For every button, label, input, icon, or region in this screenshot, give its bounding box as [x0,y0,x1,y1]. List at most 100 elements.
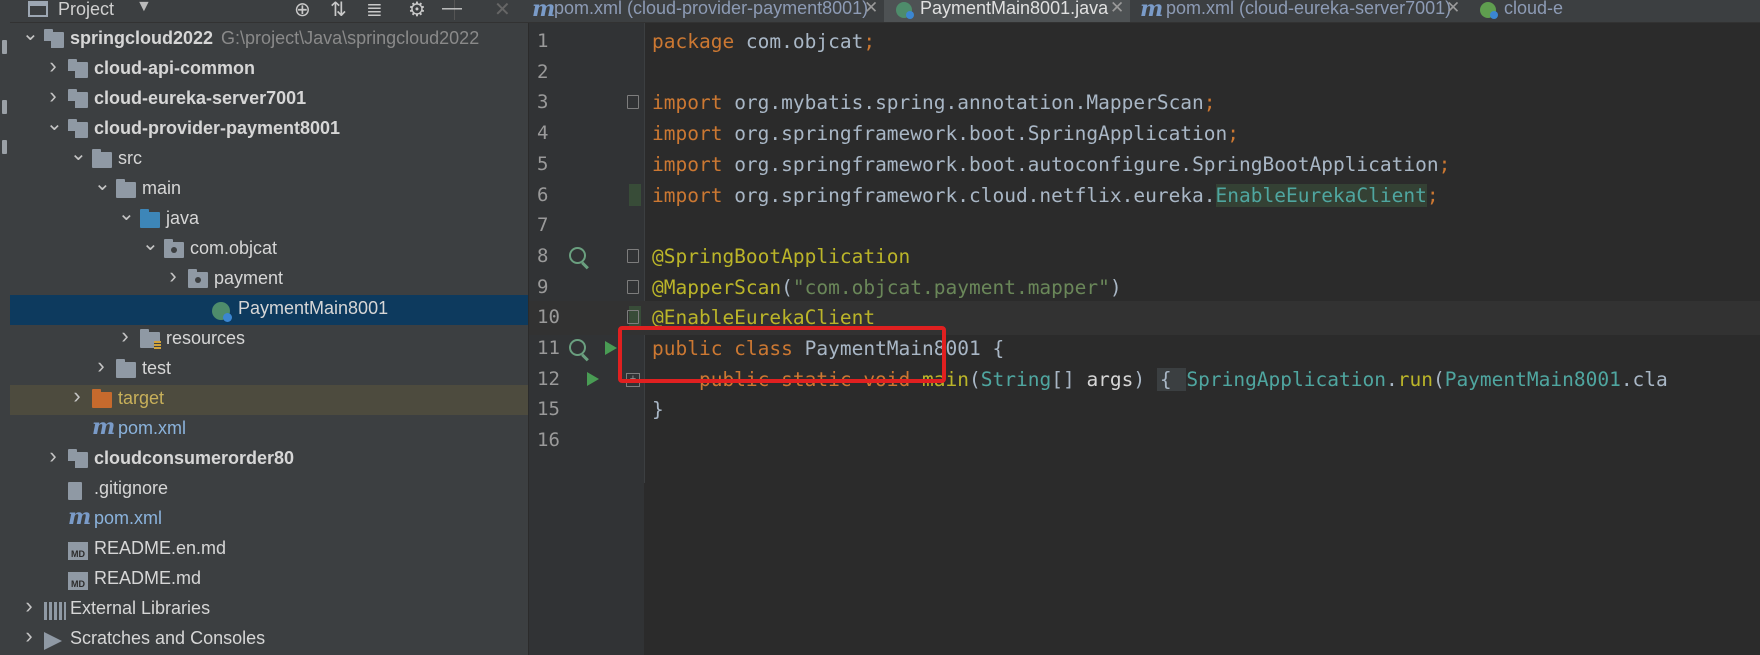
tree-row[interactable]: ⌄ com.objcat [10,233,528,265]
tree-item-label: PaymentMain8001 [238,298,389,318]
tree-row[interactable]: › cloud-api-common [10,53,528,85]
tree-row[interactable]: ⌄ src [10,143,528,175]
tree-row[interactable]: m pom.xml [10,414,528,445]
close-icon[interactable]: ✕ [494,0,511,22]
tree-row[interactable]: › payment [10,263,528,295]
tree-item-label: README.md [94,568,202,588]
run-icon[interactable] [605,341,617,355]
chevron-down-icon[interactable]: ⌄ [70,141,87,166]
spring-bean-icon[interactable] [569,339,586,356]
chevron-down-icon[interactable]: ⌄ [22,23,39,46]
code-line[interactable]: 5 import org.springframework.boot.autocon… [529,148,1760,182]
chevron-right-icon[interactable]: › [166,263,180,289]
tree-item-label: cloud-api-common [94,58,255,78]
tree-row[interactable]: .gitignore [10,475,528,505]
tree-row[interactable]: MD README.en.md [10,535,528,565]
tree-row[interactable]: › cloud-eureka-server7001 [10,83,528,115]
tree-row[interactable]: › target [10,383,528,415]
line-number: 11 [537,337,560,359]
code-line[interactable]: 4 import org.springframework.boot.SpringA… [529,117,1760,151]
code-token: MapperScan [1086,91,1204,115]
tree-item-label: test [142,358,172,378]
fold-icon[interactable] [627,95,639,110]
code-token: "com.objcat.payment.mapper" [792,275,1110,299]
run-icon[interactable] [587,371,599,386]
code-line[interactable]: 15} [529,393,1760,427]
tab-close-icon[interactable]: ✕ [864,0,878,18]
spring-bean-icon[interactable] [569,246,586,264]
tree-row[interactable]: › cloudconsumerorder80 [10,443,528,475]
crosshair-icon[interactable]: ⊕ [294,0,311,22]
package-icon [188,269,208,288]
tree-item-label: Scratches and Consoles [70,628,266,648]
tab-paymentmain8001[interactable]: PaymentMain8001.java ✕ [884,0,1130,22]
tree-row[interactable]: m pom.xml [10,504,528,535]
code-token: @MapperScan [652,275,782,299]
minimize-icon[interactable]: — [442,0,462,20]
code-line[interactable]: 8 @SpringBootApplication [529,240,1760,274]
code-line[interactable]: 7 [529,209,1760,243]
tree-row[interactable]: › test [10,353,528,385]
chevron-right-icon[interactable]: › [94,353,108,379]
code-token: String [980,367,1052,391]
chevron-right-icon[interactable]: › [22,623,36,649]
code-line[interactable]: 6 import org.springframework.cloud.netfli… [529,179,1760,213]
source-folder-icon [140,209,160,228]
project-tool-icon[interactable] [2,40,7,54]
chevron-right-icon[interactable]: › [118,323,132,349]
tree-row[interactable]: ⌄ main [10,173,528,205]
code-text: import org.springframework.cloud.netflix… [652,183,1439,207]
structure-tool-icon[interactable] [2,140,7,154]
fold-icon[interactable] [627,279,639,294]
chevron-right-icon[interactable]: › [70,383,84,409]
code-token: ) [1109,275,1122,299]
fold-icon[interactable] [627,248,639,263]
tree-item-label: resources [166,328,246,348]
code-line[interactable]: 2 [529,56,1760,90]
code-line[interactable]: 16 [529,424,1760,458]
collapse-all-icon[interactable]: ≣ [366,0,383,22]
line-number: 9 [537,275,549,298]
project-tree[interactable]: ⌄ springcloud2022 G:\project\Java\springcl… [10,23,529,655]
chevron-right-icon[interactable]: › [22,593,36,619]
tree-row[interactable]: MD README.md [10,565,528,595]
line-number: 8 [537,244,549,267]
tree-row[interactable]: ⌄ java [10,203,528,235]
folder-icon [116,359,136,378]
chevron-down-icon[interactable]: ⌄ [142,231,159,256]
tab-pom-eureka7001[interactable]: m pom.xml (cloud-eureka-server7001) ✕ [1130,0,1468,22]
code-token: import [652,152,735,176]
code-token: ( [781,275,793,299]
tree-row[interactable]: ⌄ cloud-provider-payment8001 [10,113,528,145]
gear-icon[interactable]: ⚙ [408,0,426,22]
tab-close-icon[interactable]: ✕ [1446,0,1460,18]
chevron-down-icon[interactable]: ▼ [136,0,152,16]
tree-row[interactable]: PaymentMain8001 [10,295,528,325]
chevron-down-icon[interactable]: ⌄ [94,171,111,196]
code-token: } [652,398,664,422]
project-panel-title[interactable]: Project [58,0,114,20]
tab-cloud-e[interactable]: cloud-e [1468,0,1760,22]
tree-row[interactable]: › Scratches and Consoles [10,623,528,655]
chevron-right-icon[interactable]: › [46,443,60,469]
code-line[interactable]: 3 import org.mybatis.spring.annotation.Ma… [529,86,1760,120]
tree-row[interactable]: › External Libraries [10,593,528,625]
library-icon [44,602,66,620]
chevron-down-icon[interactable]: ⌄ [118,201,135,226]
chevron-down-icon[interactable]: ⌄ [46,111,63,136]
tree-row[interactable]: › resources [10,323,528,355]
tab-pom-payment8001[interactable]: m pom.xml (cloud-provider-payment8001) ✕ [528,0,884,22]
fold-icon[interactable] [627,310,639,325]
chevron-right-icon[interactable]: › [46,83,60,109]
chevron-right-icon[interactable]: › [46,53,60,79]
commit-tool-icon[interactable] [2,100,7,114]
project-view-icon [28,1,48,17]
tab-close-icon[interactable]: ✕ [1110,0,1124,18]
code-line[interactable]: 9 @MapperScan("com.objcat.payment.mapper"… [529,271,1760,305]
code-line[interactable]: 1 package com.objcat; [529,25,1760,59]
excluded-folder-icon [92,389,112,408]
tree-item-label: cloudconsumerorder80 [94,448,295,468]
expand-all-icon[interactable]: ⇅ [330,0,347,22]
tree-row[interactable]: ⌄ springcloud2022 G:\project\Java\springcl… [10,23,528,55]
tree-item-label: pom.xml [94,508,163,528]
